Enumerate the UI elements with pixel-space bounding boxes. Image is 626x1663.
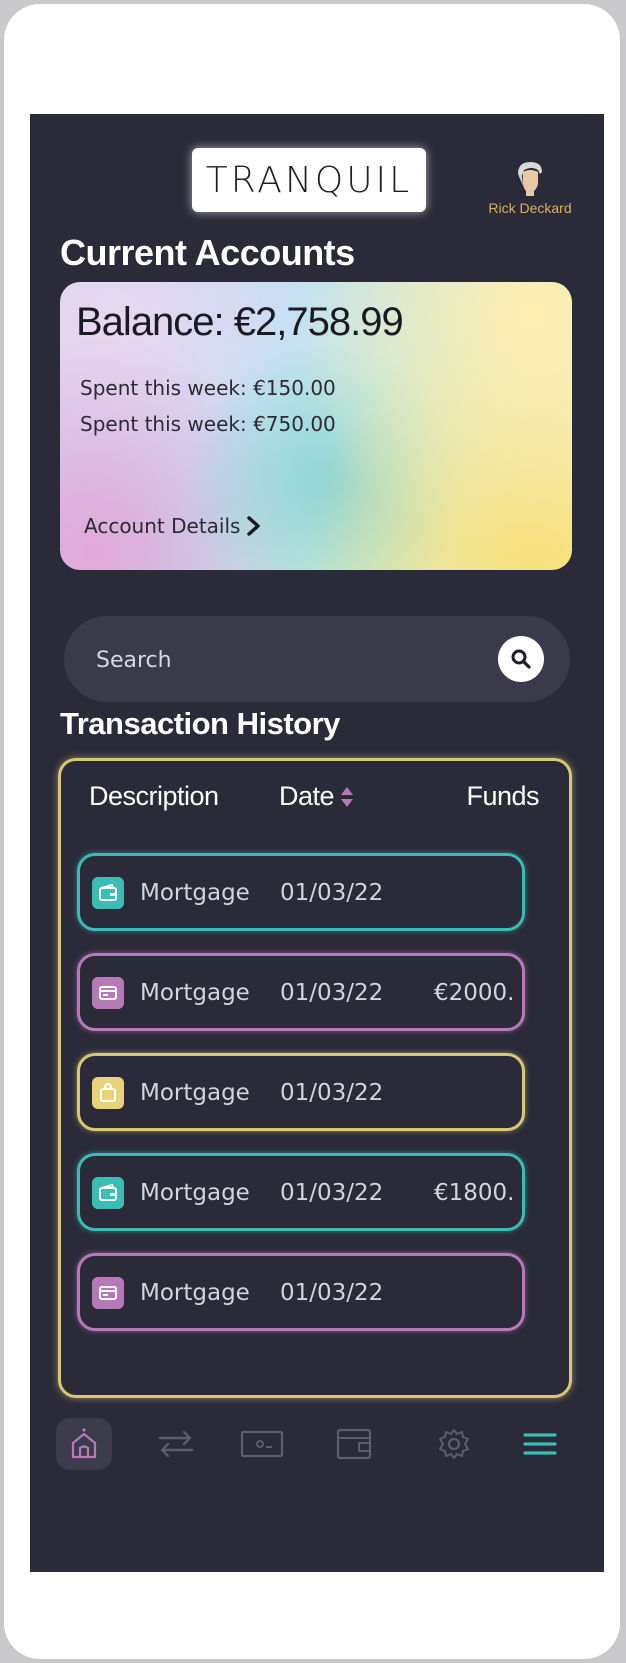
nav-home[interactable] [56,1418,112,1470]
nav-transfers[interactable] [148,1418,204,1470]
bag-icon [92,1077,124,1109]
nav-settings[interactable] [426,1418,482,1470]
transaction-date: 01/03/22 [280,1080,384,1106]
account-details-label: Account Details [84,514,241,538]
app-screen: TRANQUIL Rick Deckard Current Accounts B… [30,114,604,1572]
transaction-row[interactable]: Mortgage 01/03/22 [77,853,525,931]
transfer-icon [158,1430,194,1458]
chevron-right-icon [247,516,261,536]
current-accounts-title: Current Accounts [60,232,355,273]
transaction-date: 01/03/22 [280,880,384,906]
transaction-history-panel: Description Date Funds Mortgage 01/03/22 [58,758,572,1398]
logo: TRANQUIL [192,148,426,212]
card-icon [92,1277,124,1309]
transaction-row[interactable]: Mortgage 01/03/22 €1800. [77,1153,525,1231]
transaction-amount: €1800. [434,1180,515,1206]
account-details-link[interactable]: Account Details [84,514,262,538]
nav-cash[interactable] [234,1418,290,1470]
device-frame: TRANQUIL Rick Deckard Current Accounts B… [4,4,620,1659]
search-bar [64,616,570,702]
wallet-icon [336,1428,372,1460]
transaction-date: 01/03/22 [280,980,384,1006]
sort-icon [341,786,354,807]
balance-card: Balance: €2,758.99 Spent this week: €150… [60,282,572,570]
profile-name: Rick Deckard [488,200,572,216]
transaction-row[interactable]: Mortgage 01/03/22 [77,1053,525,1131]
column-header-date[interactable]: Date [279,781,354,812]
search-input[interactable] [94,636,478,684]
balance-amount: Balance: €2,758.99 [76,300,404,344]
date-header-label: Date [279,781,335,811]
search-icon [511,649,531,669]
transaction-date: 01/03/22 [280,1180,384,1206]
transaction-amount: €2000. [434,980,515,1006]
nav-menu[interactable] [512,1418,568,1470]
transaction-history-title: Transaction History [60,706,340,741]
card-icon [92,977,124,1009]
transaction-description: Mortgage [140,1080,250,1106]
logo-text: TRANQUIL [205,159,413,201]
menu-icon [523,1433,557,1455]
nav-wallet[interactable] [326,1418,382,1470]
transaction-description: Mortgage [140,980,250,1006]
transaction-description: Mortgage [140,880,250,906]
transaction-description: Mortgage [140,1180,250,1206]
bottom-nav [30,1404,604,1494]
home-icon [71,1428,97,1459]
transaction-row[interactable]: Mortgage 01/03/22 [77,1253,525,1331]
column-header-funds: Funds [466,781,539,811]
search-button[interactable] [498,636,544,682]
column-header-description: Description [89,781,219,811]
cash-icon [240,1430,284,1458]
avatar [518,162,542,196]
transaction-row[interactable]: Mortgage 01/03/22 €2000. [77,953,525,1031]
spent-this-week: Spent this week: €150.00 [80,376,336,400]
user-profile[interactable]: Rick Deckard [470,158,590,216]
settings-icon [439,1429,469,1459]
transaction-date: 01/03/22 [280,1280,384,1306]
wallet-icon [92,877,124,909]
spent-this-week-2: Spent this week: €750.00 [80,412,336,436]
transaction-description: Mortgage [140,1280,250,1306]
wallet-icon [92,1177,124,1209]
